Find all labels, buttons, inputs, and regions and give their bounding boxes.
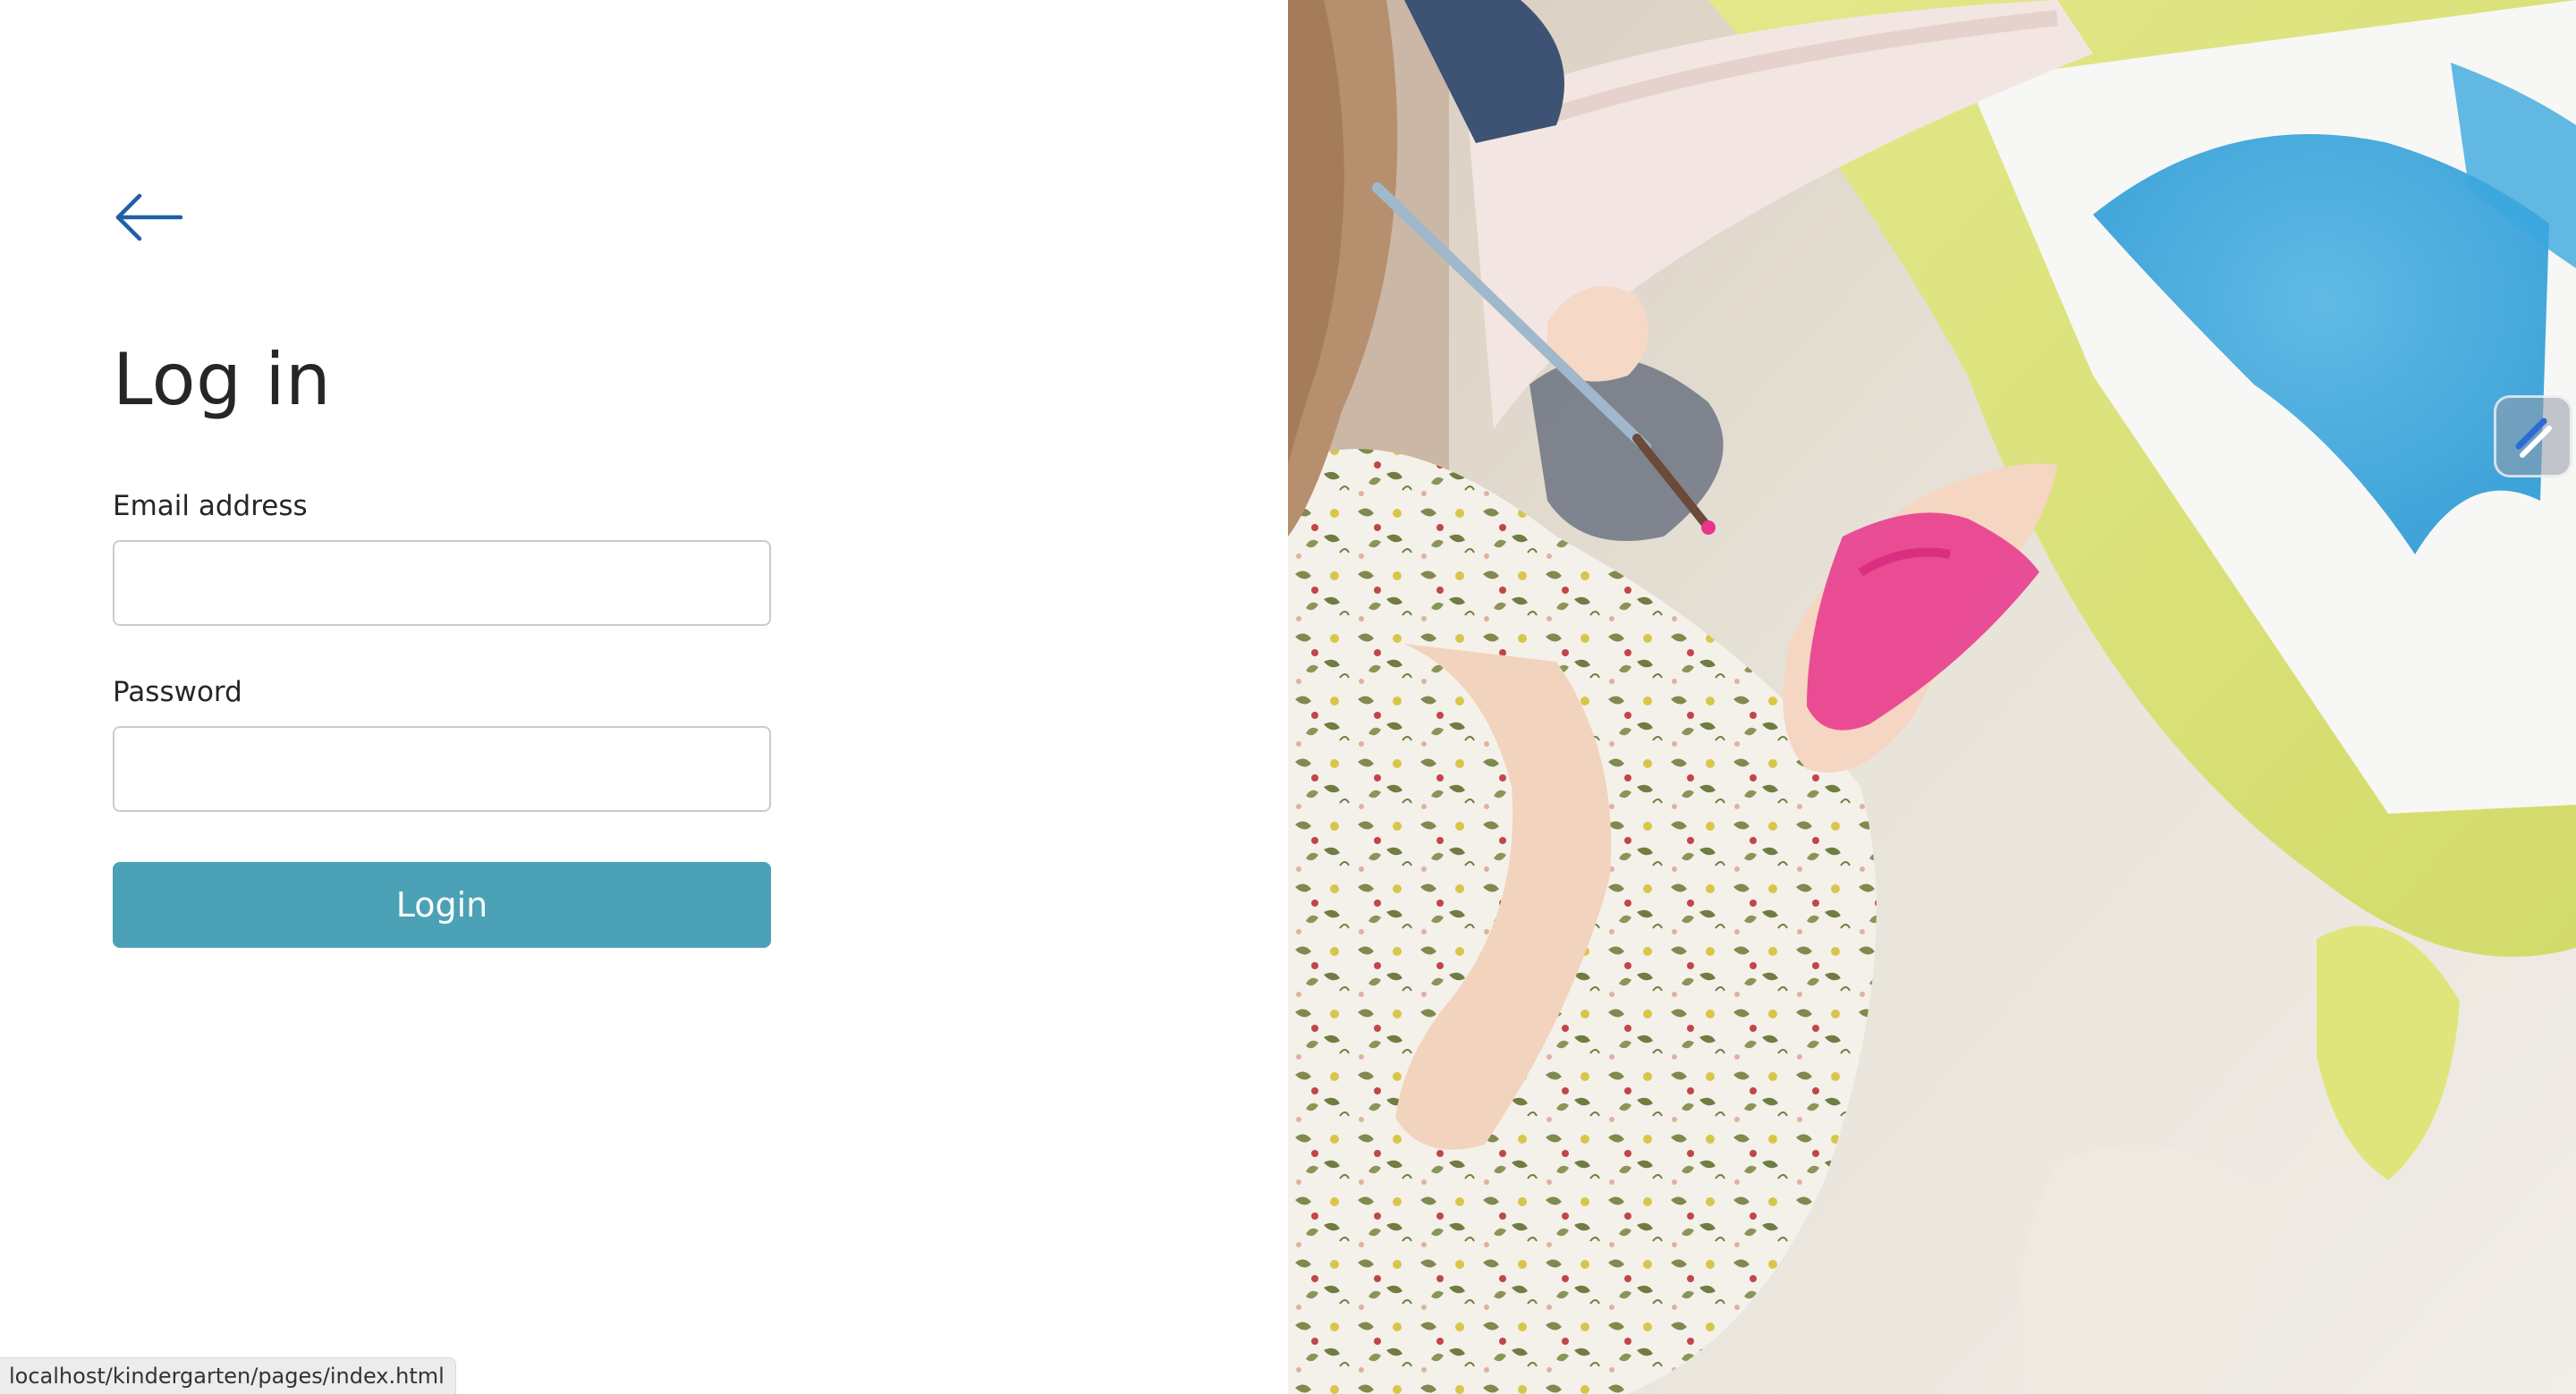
password-field[interactable] — [113, 726, 771, 812]
password-label: Password — [113, 676, 242, 708]
login-page: Log in Email address Password Login loca… — [0, 0, 2576, 1394]
hero-image-panel — [1288, 0, 2576, 1394]
extension-icon[interactable] — [2494, 395, 2572, 477]
login-panel: Log in Email address Password Login loca… — [0, 0, 1288, 1394]
status-bar-url: localhost/kindergarten/pages/index.html — [0, 1357, 456, 1394]
back-button[interactable] — [113, 190, 184, 245]
email-label: Email address — [113, 490, 308, 522]
hero-image — [1288, 0, 2576, 1394]
arrow-left-icon — [115, 193, 183, 241]
extension-glyph-icon — [2515, 418, 2552, 458]
page-title: Log in — [113, 338, 332, 421]
email-field[interactable] — [113, 540, 771, 626]
login-button[interactable]: Login — [113, 862, 771, 948]
